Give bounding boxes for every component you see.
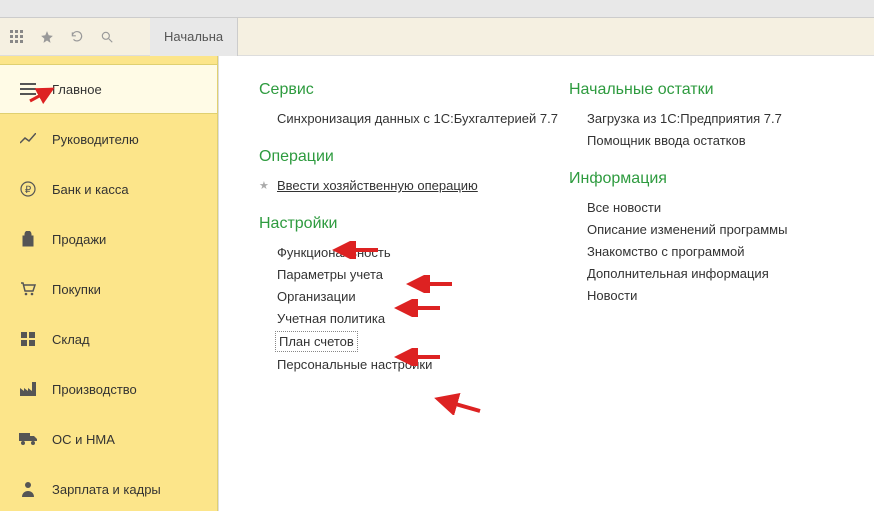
sidebar-item-warehouse[interactable]: Склад [0,314,217,364]
link-functionality[interactable]: Функциональность [277,245,391,260]
link-personal-settings[interactable]: Персональные настройки [277,357,432,372]
apps-icon[interactable] [10,30,24,44]
sidebar-label: Продажи [52,232,106,247]
link-load-1c77[interactable]: Загрузка из 1С:Предприятия 7.7 [587,111,782,126]
sidebar-label: Банк и касса [52,182,129,197]
tab-start-page[interactable]: Начальна [150,18,238,56]
link-intro[interactable]: Знакомство с программой [587,244,745,259]
sidebar-item-hr[interactable]: Зарплата и кадры [0,464,217,514]
link-all-news[interactable]: Все новости [587,200,661,215]
sidebar: Главное Руководителю ₽ Банк и касса Прод… [0,56,218,511]
history-icon[interactable] [70,30,84,44]
star-icon[interactable] [40,30,54,44]
link-additional-info[interactable]: Дополнительная информация [587,266,769,281]
sidebar-item-assets[interactable]: ОС и НМА [0,414,217,464]
search-icon[interactable] [100,30,114,44]
tab-label: Начальна [164,29,223,44]
window-frame [0,0,874,18]
section-service: Сервис [259,81,569,99]
cart-icon [18,282,38,296]
sidebar-label: ОС и НМА [52,432,115,447]
truck-icon [18,433,38,445]
link-accounting-policy[interactable]: Учетная политика [277,311,385,326]
person-icon [18,481,38,497]
link-sync-1c77[interactable]: Синхронизация данных с 1С:Бухгалтерией 7… [277,111,558,126]
svg-text:₽: ₽ [25,185,32,196]
section-settings: Настройки [259,215,569,233]
sidebar-label: Зарплата и кадры [52,482,161,497]
sidebar-label: Руководителю [52,132,139,147]
bag-icon [18,231,38,247]
sidebar-item-production[interactable]: Производство [0,364,217,414]
menu-icon [18,82,38,96]
sidebar-label: Главное [52,82,102,97]
sidebar-label: Покупки [52,282,101,297]
link-organizations[interactable]: Организации [277,289,356,304]
toolbar: Начальна [0,18,874,56]
link-accounting-params[interactable]: Параметры учета [277,267,383,282]
link-balance-assistant[interactable]: Помощник ввода остатков [587,133,746,148]
link-enter-operation[interactable]: Ввести хозяйственную операцию [277,178,478,193]
ruble-icon: ₽ [18,181,38,197]
sidebar-item-purchases[interactable]: Покупки [0,264,217,314]
sidebar-label: Производство [52,382,137,397]
boxes-icon [18,332,38,346]
sidebar-item-main[interactable]: Главное [0,64,217,114]
link-changelog[interactable]: Описание изменений программы [587,222,787,237]
section-info: Информация [569,170,849,188]
link-chart-of-accounts[interactable]: План счетов [277,333,356,350]
section-operations: Операции [259,148,569,166]
sidebar-label: Склад [52,332,90,347]
factory-icon [18,382,38,396]
chart-trend-icon [18,133,38,145]
section-balances: Начальные остатки [569,81,849,99]
link-news[interactable]: Новости [587,288,637,303]
sidebar-item-manager[interactable]: Руководителю [0,114,217,164]
content-panel: Сервис Синхронизация данных с 1С:Бухгалт… [218,56,874,511]
sidebar-item-bank[interactable]: ₽ Банк и касса [0,164,217,214]
sidebar-item-sales[interactable]: Продажи [0,214,217,264]
